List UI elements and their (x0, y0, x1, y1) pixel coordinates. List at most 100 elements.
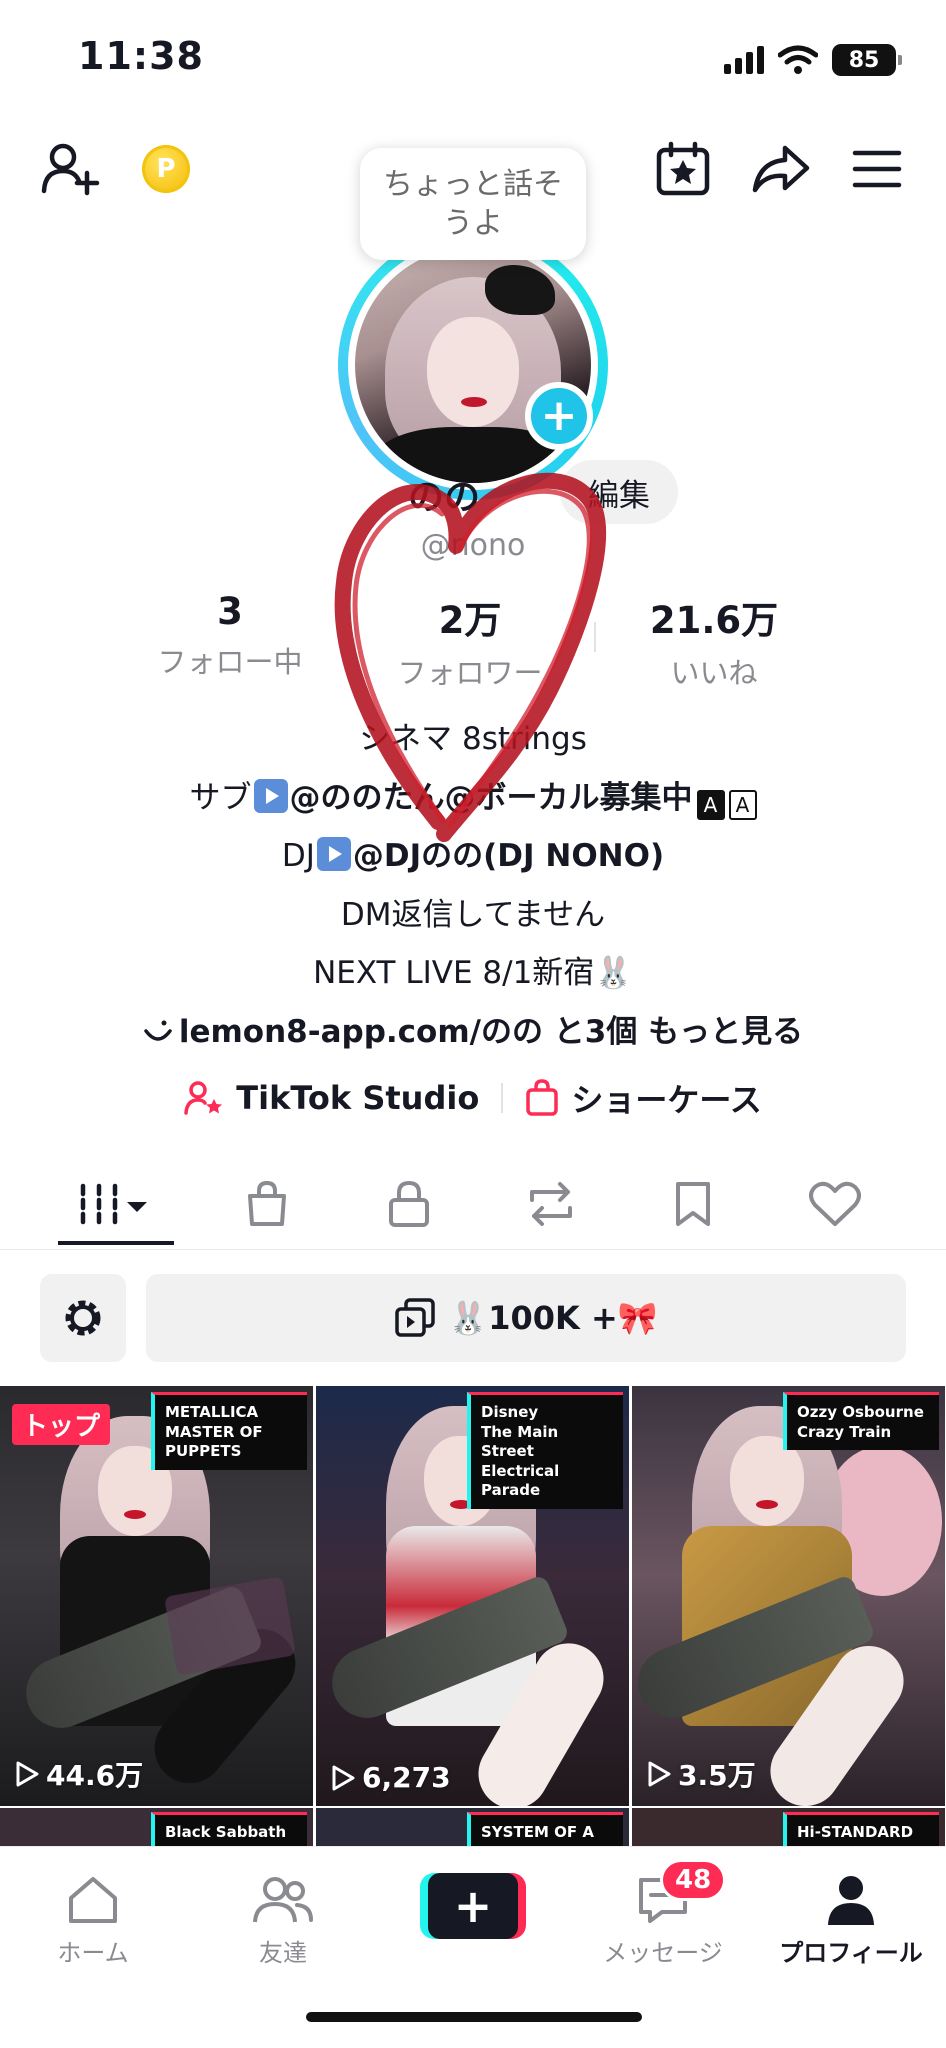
battery-indicator: 85 (832, 44, 902, 76)
home-icon (69, 1877, 117, 1923)
video-grid: トップ METALLICA MASTER OF PUPPETS 44.6万 Di… (0, 1386, 946, 1846)
video-thumbnail[interactable]: Black Sabbath (0, 1808, 313, 1846)
tab-videos[interactable] (46, 1160, 188, 1248)
bookmark-icon (676, 1182, 710, 1226)
tab-private[interactable] (338, 1160, 480, 1248)
play-icon (316, 837, 351, 871)
bio-line: サブ @ののたん@ボーカル募集中 A A (0, 769, 946, 828)
nav-friends[interactable]: 友達 (198, 1867, 368, 1968)
song-tag-line: METALLICA (165, 1403, 259, 1421)
share-icon[interactable] (746, 134, 816, 204)
tiktok-studio-label: TikTok Studio (236, 1079, 480, 1117)
shopping-bag-icon (248, 1180, 286, 1226)
video-thumbnail[interactable]: Disney The Main Street Electrical Parade… (316, 1386, 629, 1806)
song-tag: SYSTEM OF A DOWN (467, 1812, 623, 1846)
video-thumbnail[interactable]: Hi-STANDARD (632, 1808, 945, 1846)
calendar-star-icon[interactable] (648, 134, 718, 204)
tab-shop[interactable] (196, 1160, 338, 1248)
song-tag: Hi-STANDARD (783, 1812, 939, 1846)
stat-followers[interactable]: 2万 フォロワー (360, 590, 580, 692)
divider (501, 1083, 504, 1113)
tab-favorites[interactable] (622, 1160, 764, 1248)
sub-account-mention[interactable]: @ののたん@ボーカル募集中 (290, 780, 693, 816)
link-icon (144, 1020, 172, 1041)
bio-more-link[interactable]: と3個 もっと見る (554, 1014, 803, 1050)
plus-icon: + (428, 1873, 518, 1939)
heart-icon (809, 1181, 861, 1226)
coin-icon[interactable]: P (142, 145, 190, 193)
content-tabs (0, 1160, 946, 1250)
repost-icon (530, 1182, 572, 1226)
profile-icon (828, 1876, 874, 1925)
view-count-value: 3.5万 (678, 1759, 756, 1792)
followers-label: フォロワー (397, 656, 543, 690)
play-icon (648, 1761, 671, 1787)
tiktok-studio-link[interactable]: TikTok Studio (184, 1079, 479, 1117)
view-count: 3.5万 (646, 1754, 756, 1794)
nav-label: 友達 (259, 1939, 307, 1967)
add-story-button[interactable]: + (525, 382, 593, 450)
stats-row: 3 フォロー中 2万 フォロワー 21.6万 いいね (0, 590, 946, 690)
bio-prefix: DJ (281, 838, 315, 874)
add-friend-icon[interactable] (36, 134, 106, 204)
wifi-icon (778, 45, 818, 74)
likes-label: いいね (670, 656, 758, 690)
friends-icon (253, 1877, 313, 1923)
bio-link[interactable]: lemon8-app.com/のの (179, 1014, 543, 1050)
edit-profile-button[interactable]: 編集 (560, 460, 678, 524)
video-settings-button[interactable] (40, 1274, 126, 1362)
nav-label: ホーム (57, 1939, 129, 1967)
stat-following[interactable]: 3 フォロー中 (120, 590, 340, 681)
followers-count: 2万 (438, 599, 502, 642)
collection-button[interactable]: 🐰100K +🎀 (146, 1274, 906, 1362)
showcase-label: ショーケース (571, 1081, 762, 1119)
bio-link-row[interactable]: lemon8-app.com/のの と3個 もっと見る (0, 1003, 946, 1062)
divider (354, 622, 356, 652)
video-grid-icon (80, 1183, 147, 1225)
following-label: フォロー中 (157, 645, 303, 679)
song-tag: Black Sabbath (151, 1812, 307, 1846)
stat-likes[interactable]: 21.6万 いいね (604, 590, 824, 692)
video-thumbnail[interactable]: SYSTEM OF A DOWN (316, 1808, 629, 1846)
clock: 11:38 (78, 34, 204, 78)
shopping-bag-icon (526, 1079, 559, 1116)
nav-home[interactable]: ホーム (8, 1867, 178, 1968)
bio: シネマ 8strings サブ @ののたん@ボーカル募集中 A A DJ @DJのの(D… (0, 710, 946, 1061)
nav-profile[interactable]: プロフィール (766, 1867, 936, 1968)
home-indicator (306, 2012, 642, 2022)
cellular-signal-icon (724, 46, 764, 74)
bio-line: シネマ 8strings (359, 721, 587, 757)
bio-prefix: サブ (189, 779, 252, 816)
status-icons: 85 (724, 44, 902, 76)
username: @nono (420, 528, 526, 563)
unread-badge: 48 (660, 1859, 727, 1901)
showcase-link[interactable]: ショーケース (525, 1075, 762, 1121)
play-icon (332, 1765, 355, 1790)
nickname: のの (408, 477, 481, 518)
bio-line: DM返信してません (340, 896, 606, 933)
bio-line: DJ @DJのの(DJ NONO) (0, 827, 946, 886)
video-thumbnail[interactable]: Ozzy Osbourne Crazy Train 3.5万 (632, 1386, 945, 1806)
create-button[interactable]: + (420, 1873, 526, 1939)
song-tag: Ozzy Osbourne Crazy Train (783, 1392, 939, 1450)
letter-badge-icon: A (696, 789, 725, 820)
dj-account-mention[interactable]: @DJのの(DJ NONO) (353, 838, 664, 874)
video-thumbnail[interactable]: トップ METALLICA MASTER OF PUPPETS 44.6万 (0, 1386, 313, 1806)
menu-icon[interactable] (842, 134, 912, 204)
view-count-value: 44.6万 (46, 1759, 144, 1792)
song-tag-line: Crazy Train (797, 1422, 892, 1441)
status-bar: 11:38 85 (0, 0, 946, 120)
nav-label: メッセージ (603, 1939, 723, 1967)
song-tag: METALLICA MASTER OF PUPPETS (151, 1392, 307, 1470)
view-count-value: 6,273 (362, 1761, 451, 1794)
play-icon (253, 778, 288, 813)
note-bubble[interactable]: ちょっと話そうよ (360, 148, 586, 260)
name-row: のの 編集 (0, 460, 946, 530)
divider (594, 622, 596, 652)
tab-reposts[interactable] (480, 1160, 622, 1248)
collection-label: 🐰100K +🎀 (448, 1299, 658, 1337)
creator-star-icon (184, 1081, 223, 1115)
song-tag-line: MASTER OF PUPPETS (165, 1422, 263, 1461)
tab-liked[interactable] (764, 1160, 906, 1248)
nav-label: プロフィール (779, 1939, 923, 1967)
